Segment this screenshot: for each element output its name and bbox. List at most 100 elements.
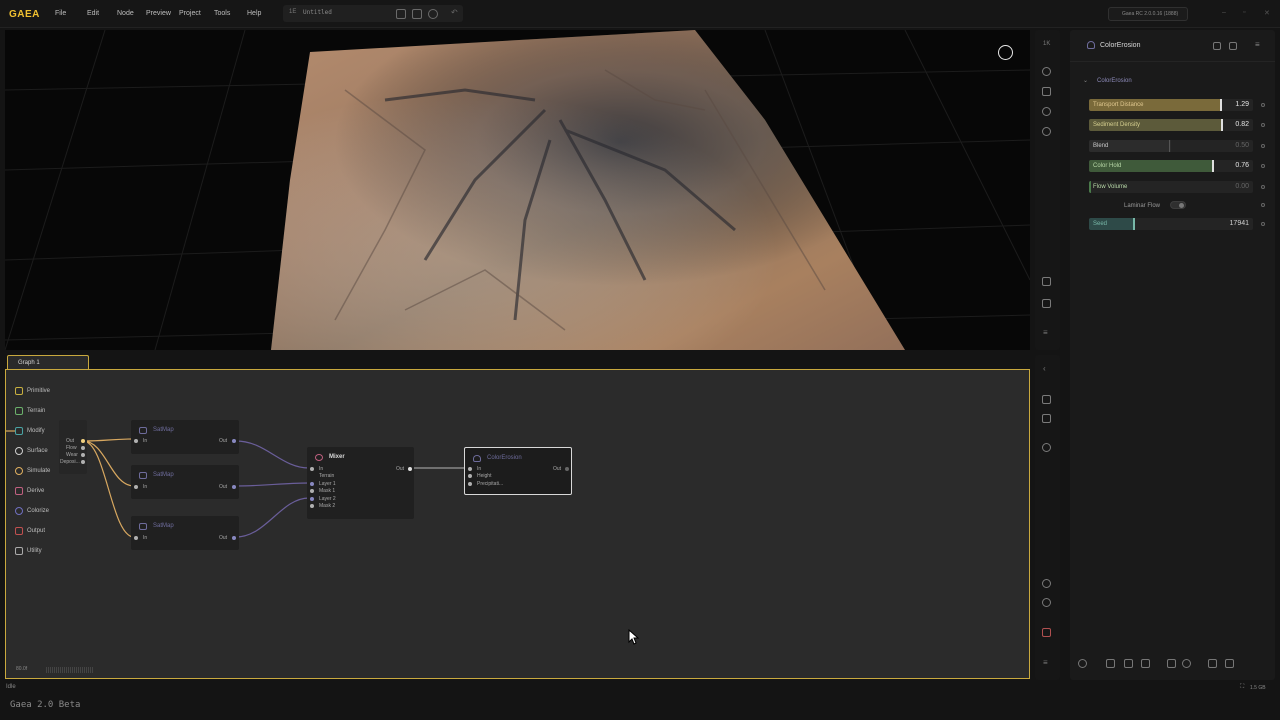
chevron-left-icon[interactable]: ‹ bbox=[1043, 364, 1046, 373]
export-icon[interactable] bbox=[1042, 299, 1051, 308]
input-port[interactable] bbox=[468, 482, 472, 486]
refresh-icon[interactable] bbox=[1078, 659, 1087, 668]
sphere-icon[interactable] bbox=[1042, 107, 1051, 116]
panel-icon[interactable] bbox=[1042, 277, 1051, 286]
param-value[interactable]: 0.76 bbox=[1235, 162, 1249, 169]
input-port[interactable] bbox=[468, 467, 472, 471]
maximize-icon[interactable]: ▫ bbox=[1243, 9, 1245, 16]
palette-derive[interactable]: Derive bbox=[13, 484, 59, 500]
output-port[interactable] bbox=[232, 536, 236, 540]
refresh-icon[interactable] bbox=[1042, 579, 1051, 588]
input-port[interactable] bbox=[310, 504, 314, 508]
columns-icon[interactable] bbox=[1141, 659, 1150, 668]
node-icon[interactable] bbox=[1042, 395, 1051, 404]
param-value[interactable]: 17941 bbox=[1230, 220, 1249, 227]
param-color-hold[interactable]: Color Hold 0.76 bbox=[1089, 160, 1253, 172]
palette-output[interactable]: Output bbox=[13, 524, 59, 540]
output-port[interactable] bbox=[232, 439, 236, 443]
output-port[interactable] bbox=[232, 485, 236, 489]
input-port[interactable] bbox=[468, 474, 472, 478]
document-name-field[interactable]: 1E Untitled bbox=[283, 5, 463, 22]
param-seed[interactable]: Seed 17941 bbox=[1089, 218, 1253, 230]
section-title[interactable]: ColorErosion bbox=[1097, 78, 1132, 84]
input-port[interactable] bbox=[134, 439, 138, 443]
camera-icon[interactable] bbox=[1042, 87, 1051, 96]
palette-primitive[interactable]: Primitive bbox=[13, 384, 59, 400]
satmap-node-1[interactable]: SatMap In Out bbox=[131, 420, 239, 454]
input-port[interactable] bbox=[310, 467, 314, 471]
param-value[interactable]: 0.50 bbox=[1235, 142, 1249, 149]
contrast-icon[interactable] bbox=[1182, 659, 1191, 668]
param-handle[interactable] bbox=[1219, 99, 1222, 111]
menu-preview[interactable]: Preview bbox=[146, 10, 171, 17]
satmap-node-3[interactable]: SatMap In Out bbox=[131, 516, 239, 550]
menu-project[interactable]: Project bbox=[179, 10, 201, 17]
param-value[interactable]: 0.82 bbox=[1235, 121, 1249, 128]
colorerosion-node[interactable]: ColorErosion In Height Precipitati... Ou… bbox=[464, 447, 572, 495]
palette-surface[interactable]: Surface bbox=[13, 444, 59, 460]
menu-help[interactable]: Help bbox=[247, 10, 261, 17]
build-icon[interactable] bbox=[1042, 628, 1051, 637]
mixer-node[interactable]: Mixer In Terrain Layer 1 Mask 1 Layer 2 … bbox=[307, 447, 414, 519]
menu-node[interactable]: Node bbox=[117, 10, 134, 17]
param-value[interactable]: 0.00 bbox=[1235, 183, 1249, 190]
palette-utility[interactable]: Utility bbox=[13, 544, 59, 560]
input-port[interactable] bbox=[310, 497, 314, 501]
param-reset-dot[interactable] bbox=[1261, 103, 1265, 107]
output-port[interactable] bbox=[81, 439, 85, 443]
route-icon[interactable] bbox=[1042, 414, 1051, 423]
graph-editor[interactable]: Primitive Terrain Modify Surface Simulat… bbox=[5, 369, 1030, 679]
param-value[interactable]: 1.29 bbox=[1235, 101, 1249, 108]
param-reset-dot[interactable] bbox=[1261, 185, 1265, 189]
save-icon[interactable] bbox=[396, 9, 406, 19]
param-handle[interactable] bbox=[1089, 181, 1091, 193]
timer-icon[interactable] bbox=[1042, 598, 1051, 607]
tab-graph-1[interactable]: Graph 1 bbox=[7, 355, 89, 370]
param-reset-dot[interactable] bbox=[1261, 144, 1265, 148]
input-port[interactable] bbox=[134, 485, 138, 489]
menu-icon[interactable]: ≡ bbox=[1043, 328, 1048, 337]
3d-viewport[interactable] bbox=[5, 30, 1030, 350]
fullscreen-icon[interactable] bbox=[1225, 659, 1234, 668]
param-handle[interactable] bbox=[1132, 218, 1135, 230]
output-port[interactable] bbox=[565, 467, 569, 471]
menu-icon[interactable]: ≡ bbox=[1255, 40, 1263, 49]
sun-icon[interactable] bbox=[1042, 67, 1051, 76]
drop-icon[interactable] bbox=[1042, 443, 1051, 452]
param-handle[interactable] bbox=[1211, 160, 1214, 172]
param-handle[interactable] bbox=[1169, 140, 1170, 152]
output-port[interactable] bbox=[81, 446, 85, 450]
settings-icon[interactable] bbox=[1208, 659, 1217, 668]
erosion-node[interactable]: Out Flow Wear Deposi... bbox=[59, 420, 87, 474]
filter-icon[interactable] bbox=[1167, 659, 1176, 668]
param-sediment-density[interactable]: Sediment Density 0.82 bbox=[1089, 119, 1253, 131]
pin-icon[interactable] bbox=[1213, 42, 1221, 50]
minimize-icon[interactable]: – bbox=[1222, 9, 1226, 16]
menu-tools[interactable]: Tools bbox=[214, 10, 230, 17]
input-port[interactable] bbox=[310, 489, 314, 493]
menu-file[interactable]: File bbox=[55, 10, 66, 17]
param-blend[interactable]: Blend 0.50 bbox=[1089, 140, 1253, 152]
copy-icon[interactable] bbox=[412, 9, 422, 19]
list-icon[interactable]: ≡ bbox=[1043, 658, 1048, 667]
palette-simulate[interactable]: Simulate bbox=[13, 464, 59, 480]
input-port[interactable] bbox=[134, 536, 138, 540]
palette-terrain[interactable]: Terrain bbox=[13, 404, 59, 420]
input-port[interactable] bbox=[310, 482, 314, 486]
undo-icon[interactable]: ↶ bbox=[451, 8, 458, 17]
resolution-icon[interactable]: 1K bbox=[1043, 41, 1050, 47]
chevron-down-icon[interactable]: ⌄ bbox=[1083, 77, 1088, 84]
close-icon[interactable]: ✕ bbox=[1264, 9, 1270, 17]
palette-modify[interactable]: Modify bbox=[13, 424, 59, 440]
param-reset-dot[interactable] bbox=[1261, 164, 1265, 168]
satmap-node-2[interactable]: SatMap In Out bbox=[131, 465, 239, 499]
param-reset-dot[interactable] bbox=[1261, 123, 1265, 127]
graph-timeline-bar[interactable] bbox=[46, 667, 93, 673]
palette-colorize[interactable]: Colorize bbox=[13, 504, 59, 520]
history-icon[interactable] bbox=[428, 9, 438, 19]
param-transport-distance[interactable]: Transport Distance 1.29 bbox=[1089, 99, 1253, 111]
param-flow-volume[interactable]: Flow Volume 0.00 bbox=[1089, 181, 1253, 193]
param-reset-dot[interactable] bbox=[1261, 222, 1265, 226]
param-handle[interactable] bbox=[1221, 119, 1224, 131]
output-port[interactable] bbox=[81, 460, 85, 464]
